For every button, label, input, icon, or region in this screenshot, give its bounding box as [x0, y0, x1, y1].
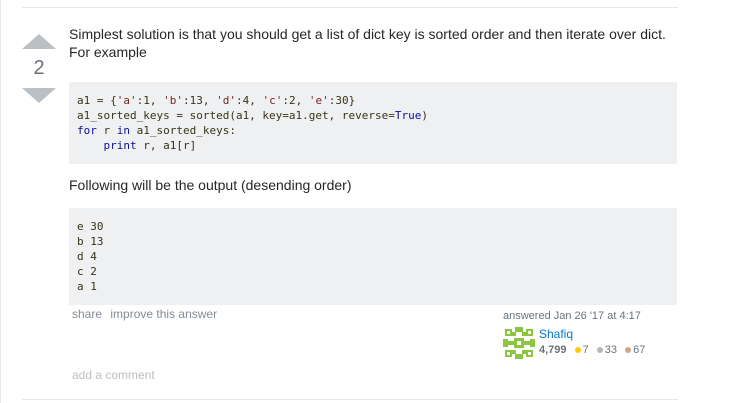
- user-info-card: answered Jan 26 '17 at 4:17 Shafiq 4,799…: [503, 309, 678, 359]
- output-line: d 4: [77, 250, 97, 263]
- reputation-line: 4,799 7 33 67: [539, 343, 645, 358]
- vote-count: 2: [33, 57, 45, 79]
- reputation-score: 4,799: [539, 344, 567, 356]
- code-line-3: for r in a1_sorted_keys:: [77, 124, 236, 137]
- answer-paragraph-1: Simplest solution is that you should get…: [69, 26, 666, 60]
- share-link[interactable]: share: [72, 307, 102, 321]
- improve-answer-link[interactable]: improve this answer: [110, 307, 217, 321]
- code-line-2: a1_sorted_keys = sorted(a1, key=a1.get, …: [77, 109, 429, 122]
- output-line: e 30: [77, 220, 104, 233]
- add-comment-link[interactable]: add a comment: [72, 368, 155, 382]
- bronze-badge-icon: [625, 346, 632, 353]
- code-block-output: e 30 b 13 d 4 c 2 a 1: [69, 208, 677, 305]
- output-line: b 13: [77, 235, 104, 248]
- silver-badge-count: 33: [604, 344, 618, 356]
- silver-badge-icon: [596, 346, 603, 353]
- user-row: Shafiq 4,799 7 33 67: [503, 327, 678, 359]
- vote-up-arrow-icon[interactable]: [22, 34, 56, 49]
- answer-body: Simplest solution is that you should get…: [69, 25, 677, 305]
- vote-down-arrow-icon[interactable]: [22, 88, 56, 103]
- code-line-1: a1 = {'a':1, 'b':13, 'd':4, 'c':2, 'e':3…: [77, 94, 356, 107]
- identicon-avatar[interactable]: [503, 327, 535, 359]
- code-line-4: print r, a1[r]: [103, 139, 197, 152]
- code-block-solution: a1 = {'a':1, 'b':13, 'd':4, 'c':2, 'e':3…: [69, 82, 677, 164]
- left-border: [0, 0, 1, 403]
- answer-page: 2 Simplest solution is that you should g…: [0, 0, 734, 403]
- output-line: a 1: [77, 280, 97, 293]
- top-divider: [22, 7, 678, 8]
- answered-time: answered Jan 26 '17 at 4:17: [503, 310, 641, 322]
- gold-badge-count: 7: [582, 344, 589, 356]
- output-line: c 2: [77, 265, 97, 278]
- user-details: Shafiq 4,799 7 33 67: [539, 327, 645, 358]
- answer-paragraph-2: Following will be the output (desending …: [69, 177, 352, 193]
- bottom-divider: [22, 399, 678, 400]
- gold-badge-icon: [574, 346, 581, 353]
- post-menu: share improve this answer: [72, 307, 222, 321]
- user-name-link[interactable]: Shafiq: [539, 327, 645, 342]
- bronze-badge-count: 67: [633, 344, 646, 356]
- vote-cell: 2: [22, 30, 56, 103]
